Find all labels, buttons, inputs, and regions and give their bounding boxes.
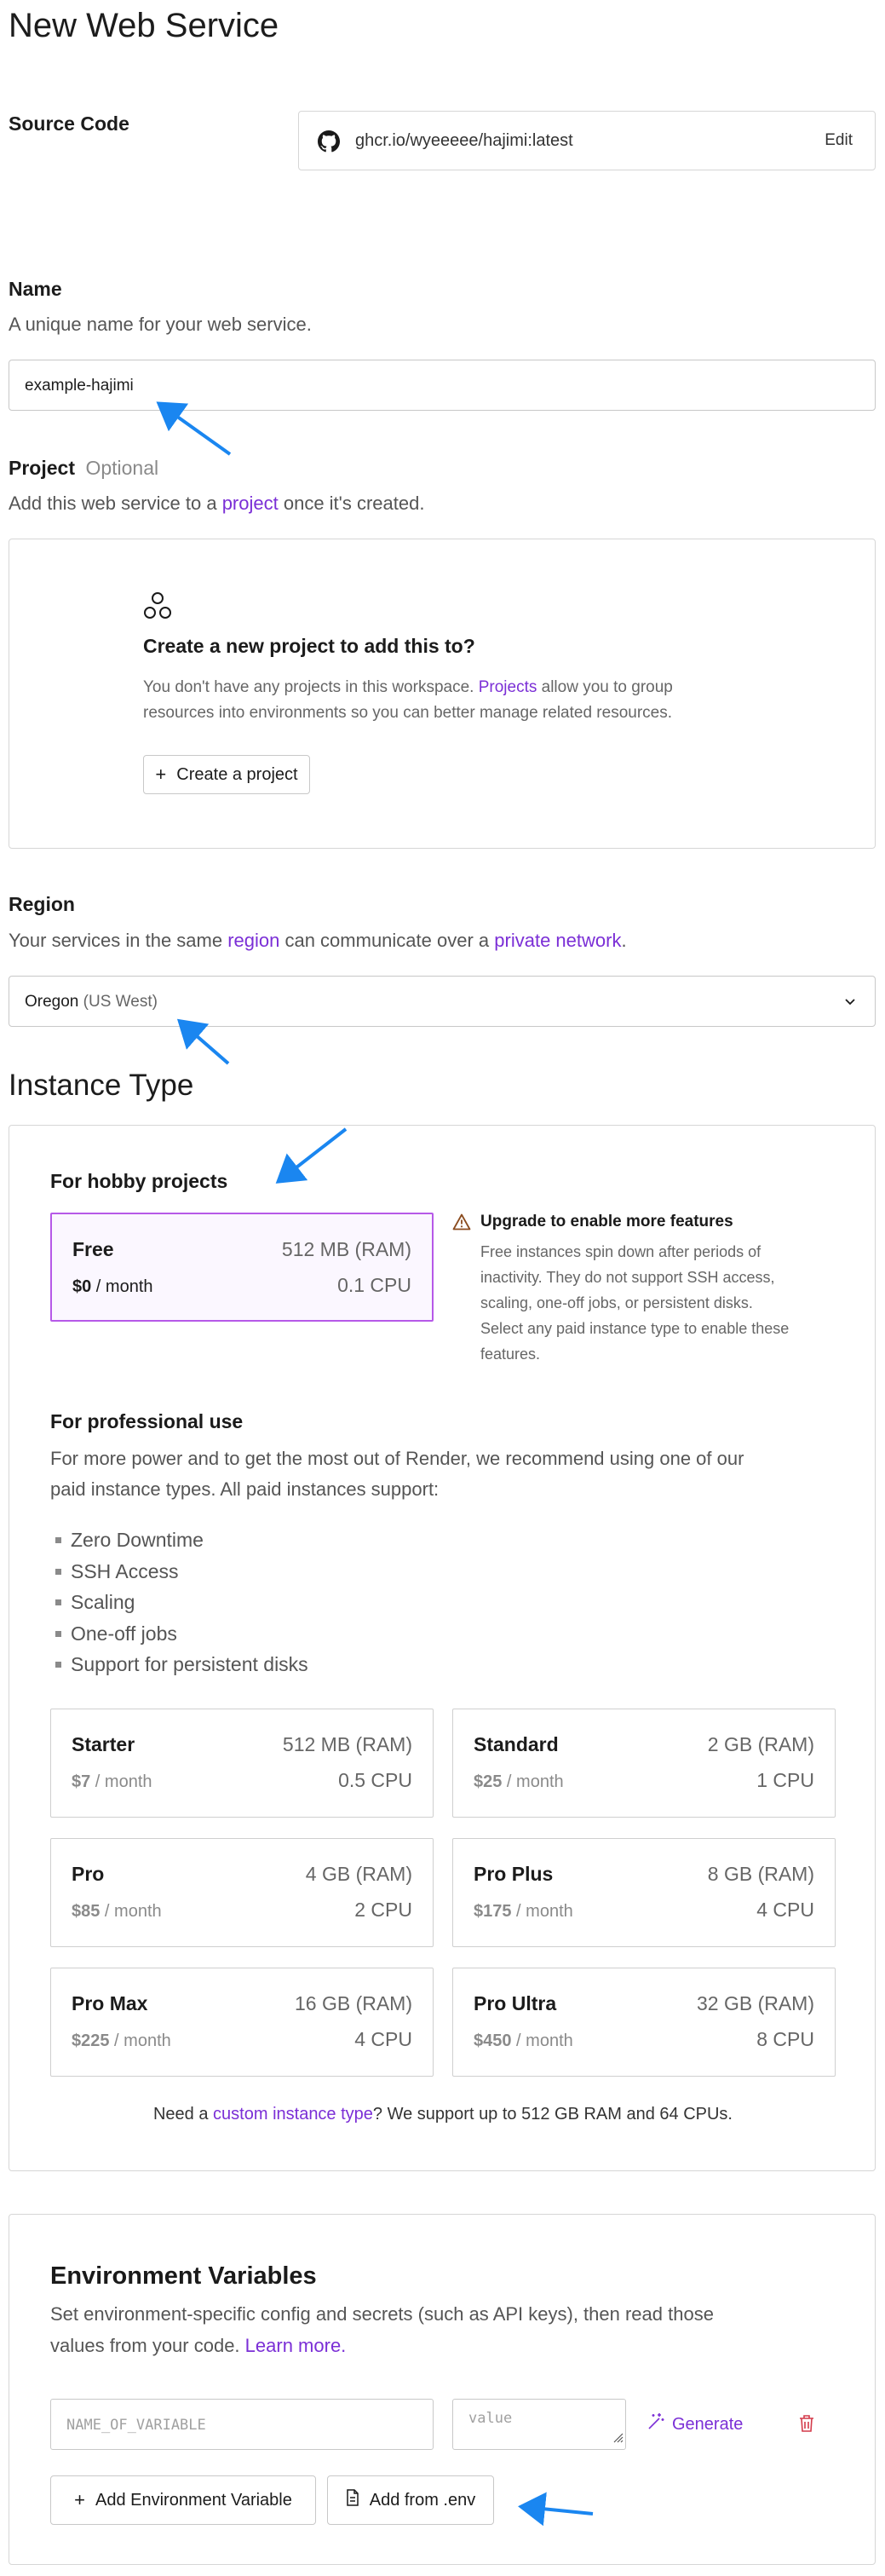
plan-ram: 2 GB (RAM)	[707, 1733, 814, 1755]
source-code-field: ghcr.io/wyeeeee/hajimi:latest Edit	[298, 111, 876, 170]
plan-card-standard[interactable]: Standard 2 GB (RAM) $25 / month 1 CPU	[452, 1709, 836, 1818]
feature-item: Scaling	[55, 1591, 135, 1613]
github-icon	[318, 130, 340, 157]
region-link[interactable]: region	[227, 930, 279, 951]
env-vars-description: Set environment-specific config and secr…	[50, 2303, 714, 2356]
custom-instance-link[interactable]: custom instance type	[213, 2105, 373, 2124]
plus-icon: +	[155, 764, 167, 785]
project-empty-text: You don't have any projects in this work…	[143, 678, 673, 722]
learn-more-link[interactable]: Learn more.	[245, 2335, 347, 2356]
region-select[interactable]: Oregon (US West)	[9, 976, 876, 1027]
region-label: Region	[9, 893, 75, 915]
plan-cpu: 4 CPU	[756, 1899, 814, 1921]
plan-price: $0 / month	[72, 1277, 153, 1296]
add-env-var-button[interactable]: + Add Environment Variable	[50, 2475, 316, 2525]
region-description: Your services in the same region can com…	[9, 930, 627, 951]
annotation-arrow	[156, 401, 232, 456]
env-key-placeholder: NAME_OF_VARIABLE	[66, 2417, 206, 2434]
feature-item: Zero Downtime	[55, 1529, 204, 1551]
feature-item: Support for persistent disks	[55, 1653, 308, 1675]
feature-item: SSH Access	[55, 1560, 179, 1582]
plan-card-pro[interactable]: Pro 4 GB (RAM) $85 / month 2 CPU	[50, 1838, 434, 1947]
plan-price: $85 / month	[72, 1902, 162, 1921]
project-optional: Optional	[85, 457, 159, 479]
pro-description: For more power and to get the most out o…	[50, 1448, 744, 1500]
file-icon	[346, 2489, 359, 2511]
page-title: New Web Service	[9, 7, 279, 44]
trash-icon[interactable]	[798, 2414, 815, 2437]
source-image: ghcr.io/wyeeeee/hajimi:latest	[355, 131, 573, 150]
generate-button[interactable]: Generate	[647, 2412, 743, 2436]
plan-name: Pro Max	[72, 1992, 148, 2014]
project-description: Add this web service to a project once i…	[9, 493, 425, 514]
name-label: Name	[9, 278, 62, 300]
env-value-input[interactable]: value	[452, 2399, 626, 2450]
env-value-placeholder: value	[468, 2410, 513, 2427]
plan-card-starter[interactable]: Starter 512 MB (RAM) $7 / month 0.5 CPU	[50, 1709, 434, 1818]
instance-type-panel: For hobby projects Free 512 MB (RAM) $0 …	[9, 1125, 876, 2171]
plan-cpu: 0.1 CPU	[337, 1274, 411, 1296]
plan-name: Standard	[474, 1733, 559, 1755]
plan-card-pro-max[interactable]: Pro Max 16 GB (RAM) $225 / month 4 CPU	[50, 1968, 434, 2077]
env-vars-panel: Environment Variables Set environment-sp…	[9, 2214, 876, 2565]
upgrade-title: Upgrade to enable more features	[480, 1213, 733, 1230]
chevron-down-icon	[842, 994, 858, 1013]
plan-ram: 512 MB (RAM)	[282, 1733, 412, 1755]
plan-ram: 32 GB (RAM)	[696, 1992, 814, 2014]
project-link[interactable]: project	[222, 493, 279, 514]
create-project-button[interactable]: + Create a project	[143, 755, 310, 794]
plan-ram: 8 GB (RAM)	[707, 1863, 814, 1885]
upgrade-text: Free instances spin down after periods o…	[480, 1243, 790, 1363]
name-input-value: example-hajimi	[25, 377, 134, 395]
project-empty-title: Create a new project to add this to?	[143, 635, 475, 657]
project-empty-state: Create a new project to add this to? You…	[9, 539, 876, 849]
hobby-heading: For hobby projects	[50, 1170, 228, 1192]
plan-name: Starter	[72, 1733, 135, 1755]
plan-card-pro-plus[interactable]: Pro Plus 8 GB (RAM) $175 / month 4 CPU	[452, 1838, 836, 1947]
magic-wand-icon	[647, 2412, 665, 2436]
plan-cpu: 0.5 CPU	[338, 1769, 412, 1791]
region-selected: Oregon (US West)	[25, 993, 158, 1011]
instance-type-title: Instance Type	[9, 1069, 194, 1102]
add-from-env-button[interactable]: Add from .env	[327, 2475, 494, 2525]
custom-instance-note: Need a custom instance type? We support …	[152, 2105, 733, 2124]
env-vars-title: Environment Variables	[50, 2262, 317, 2290]
plan-cpu: 2 CPU	[354, 1899, 412, 1921]
plan-cpu: 1 CPU	[756, 1769, 814, 1791]
project-icon	[142, 591, 173, 625]
plan-ram: 16 GB (RAM)	[294, 1992, 412, 2014]
pro-heading: For professional use	[50, 1410, 244, 1432]
plan-cpu: 4 CPU	[354, 2028, 412, 2050]
plan-price: $225 / month	[72, 2031, 171, 2050]
projects-link[interactable]: Projects	[479, 678, 537, 696]
resize-handle-icon[interactable]	[612, 2431, 624, 2447]
private-network-link[interactable]: private network	[494, 930, 621, 951]
edit-source-link[interactable]: Edit	[825, 131, 853, 150]
plan-ram: 512 MB (RAM)	[281, 1238, 411, 1260]
env-key-input[interactable]: NAME_OF_VARIABLE	[50, 2399, 434, 2450]
plan-cpu: 8 CPU	[756, 2028, 814, 2050]
project-label: Project	[9, 457, 75, 479]
feature-item: One-off jobs	[55, 1622, 177, 1645]
plan-card-free[interactable]: Free 512 MB (RAM) $0 / month 0.1 CPU	[50, 1213, 434, 1322]
plan-price: $25 / month	[474, 1772, 564, 1791]
plus-icon: +	[74, 2489, 85, 2510]
name-description: A unique name for your web service.	[9, 314, 312, 335]
plan-name: Free	[72, 1238, 114, 1260]
plan-name: Pro Ultra	[474, 1992, 557, 2014]
source-code-label: Source Code	[9, 112, 129, 135]
plan-card-pro-ultra[interactable]: Pro Ultra 32 GB (RAM) $450 / month 8 CPU	[452, 1968, 836, 2077]
project-label-row: Project Optional	[9, 457, 158, 480]
plan-price: $450 / month	[474, 2031, 573, 2050]
plan-name: Pro Plus	[474, 1863, 554, 1885]
warning-icon	[452, 1213, 471, 1235]
plan-price: $175 / month	[474, 1902, 573, 1921]
plan-ram: 4 GB (RAM)	[305, 1863, 412, 1885]
annotation-arrow	[176, 1018, 230, 1065]
plan-name: Pro	[72, 1863, 105, 1885]
plan-price: $7 / month	[72, 1772, 152, 1791]
name-input[interactable]: example-hajimi	[9, 360, 876, 411]
